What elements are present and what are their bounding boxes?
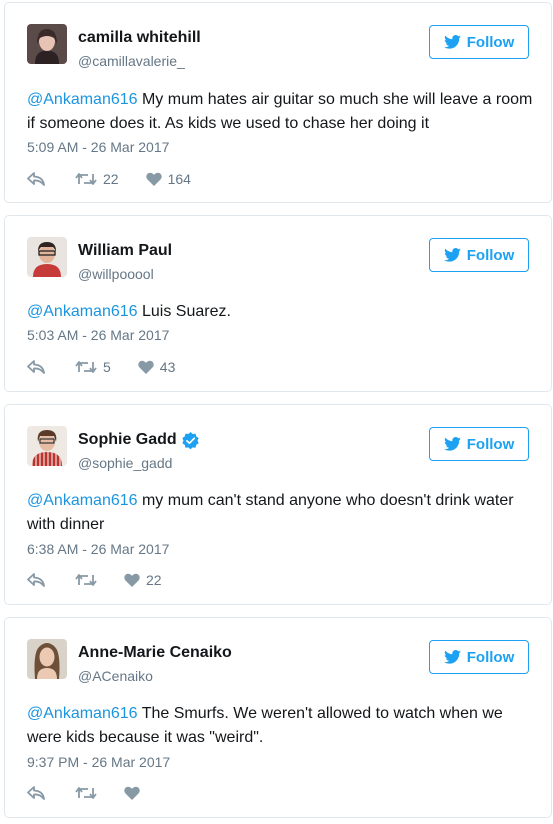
display-name[interactable]: Anne-Marie Cenaiko — [78, 644, 232, 662]
like-button[interactable]: 43 — [138, 359, 176, 375]
user-handle[interactable]: @sophie_gadd — [78, 455, 172, 471]
reply-icon — [27, 172, 45, 186]
tweet-card: camilla whitehill @camillavalerie_ Follo… — [4, 2, 552, 203]
heart-icon — [138, 360, 154, 374]
mention-link[interactable]: @Ankaman616 — [27, 492, 138, 509]
retweet-button[interactable]: 22 — [75, 171, 119, 187]
display-name[interactable]: camilla whitehill — [78, 29, 201, 47]
retweet-icon — [75, 361, 97, 373]
timestamp[interactable]: 6:38 AM - 26 Mar 2017 — [27, 541, 169, 557]
reply-button[interactable] — [27, 786, 45, 800]
like-button[interactable] — [124, 786, 140, 800]
retweet-icon — [75, 574, 97, 586]
tweet-actions: 22 — [27, 571, 162, 589]
tweet-actions: 22 164 — [27, 170, 191, 188]
retweet-icon — [75, 173, 97, 185]
timestamp[interactable]: 5:03 AM - 26 Mar 2017 — [27, 327, 169, 343]
twitter-bird-icon — [443, 35, 461, 49]
reply-button[interactable] — [27, 573, 45, 587]
follow-button[interactable]: Follow — [429, 427, 529, 461]
follow-label: Follow — [466, 33, 515, 51]
mention-link[interactable]: @Ankaman616 — [27, 303, 138, 320]
avatar[interactable] — [27, 426, 67, 466]
retweet-button[interactable] — [75, 573, 97, 587]
tweet-card: William Paul @willpooool Follow @Ankaman… — [4, 215, 552, 392]
reply-button[interactable] — [27, 172, 45, 186]
like-count: 164 — [167, 171, 191, 187]
tweet-text: @Ankaman616 My mum hates air guitar so m… — [27, 88, 537, 136]
tweet-text: @Ankaman616 The Smurfs. We weren't allow… — [27, 702, 537, 750]
verified-badge-icon — [182, 431, 199, 449]
user-handle[interactable]: @ACenaiko — [78, 668, 153, 684]
tweet-actions: 5 43 — [27, 358, 175, 376]
tweet-card: Anne-Marie Cenaiko @ACenaiko Follow @Ank… — [4, 617, 552, 818]
follow-button[interactable]: Follow — [429, 25, 529, 59]
mention-link[interactable]: @Ankaman616 — [27, 705, 138, 722]
retweet-count: 5 — [103, 359, 111, 375]
user-handle[interactable]: @camillavalerie_ — [78, 53, 185, 69]
reply-button[interactable] — [27, 360, 45, 374]
follow-button[interactable]: Follow — [429, 640, 529, 674]
reply-icon — [27, 786, 45, 800]
tweet-card: Sophie Gadd @sophie_gadd Follow @Ankaman… — [4, 404, 552, 605]
user-handle[interactable]: @willpooool — [78, 266, 154, 282]
like-button[interactable]: 22 — [124, 572, 162, 588]
twitter-bird-icon — [443, 248, 461, 262]
twitter-bird-icon — [443, 650, 461, 664]
like-button[interactable]: 164 — [145, 171, 191, 187]
like-count: 43 — [159, 359, 176, 375]
timestamp[interactable]: 5:09 AM - 26 Mar 2017 — [27, 139, 169, 155]
follow-label: Follow — [466, 435, 515, 453]
tweet-body: Luis Suarez. — [137, 303, 231, 320]
display-name[interactable]: William Paul — [78, 242, 172, 260]
retweet-button[interactable]: 5 — [75, 359, 111, 375]
timestamp[interactable]: 9:37 PM - 26 Mar 2017 — [27, 754, 170, 770]
heart-icon — [145, 172, 162, 186]
follow-label: Follow — [466, 648, 515, 666]
twitter-bird-icon — [443, 437, 461, 451]
display-name[interactable]: Sophie Gadd — [78, 431, 177, 449]
avatar[interactable] — [27, 639, 67, 679]
retweet-button[interactable] — [75, 786, 97, 800]
avatar[interactable] — [27, 24, 67, 64]
tweet-text: @Ankaman616 my mum can't stand anyone wh… — [27, 489, 537, 537]
retweet-icon — [75, 787, 97, 799]
follow-button[interactable]: Follow — [429, 238, 529, 272]
like-count: 22 — [146, 572, 162, 588]
reply-icon — [27, 573, 45, 587]
retweet-count: 22 — [103, 171, 119, 187]
heart-icon — [124, 786, 140, 800]
heart-icon — [124, 573, 140, 587]
tweet-text: @Ankaman616 Luis Suarez. — [27, 300, 537, 324]
avatar[interactable] — [27, 237, 67, 277]
follow-label: Follow — [466, 246, 515, 264]
mention-link[interactable]: @Ankaman616 — [27, 91, 138, 108]
reply-icon — [27, 360, 45, 374]
tweet-actions — [27, 784, 140, 802]
